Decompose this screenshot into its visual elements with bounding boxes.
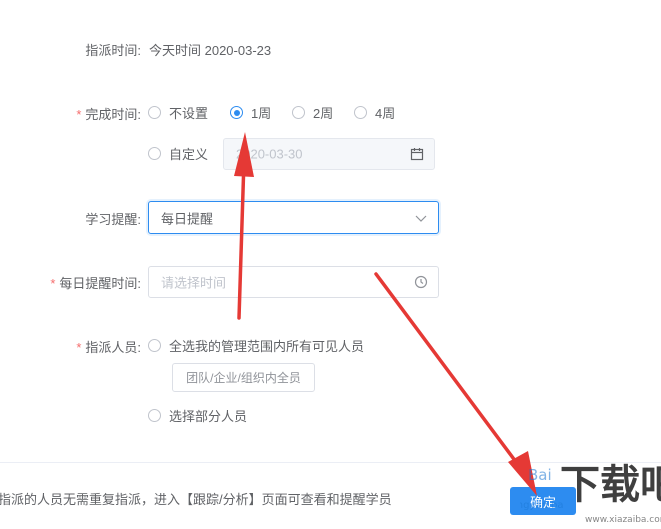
svg-text:Bai: Bai: [528, 466, 552, 484]
svg-text:www.xiazaiba.com: www.xiazaiba.com: [585, 515, 661, 525]
annotation-arrows: [234, 132, 537, 496]
watermark-logo-graphic: Bai 下载吧 ingyan.ba www.xiazaiba.com: [514, 462, 661, 525]
svg-text:下载吧: 下载吧: [560, 462, 661, 508]
svg-text:ingyan.ba: ingyan.ba: [520, 500, 564, 511]
arrow-up-annotation: [234, 132, 254, 320]
arrow-down-annotation: [374, 272, 537, 496]
watermark-logo: Bai 下载吧 ingyan.ba www.xiazaiba.com: [514, 450, 661, 525]
